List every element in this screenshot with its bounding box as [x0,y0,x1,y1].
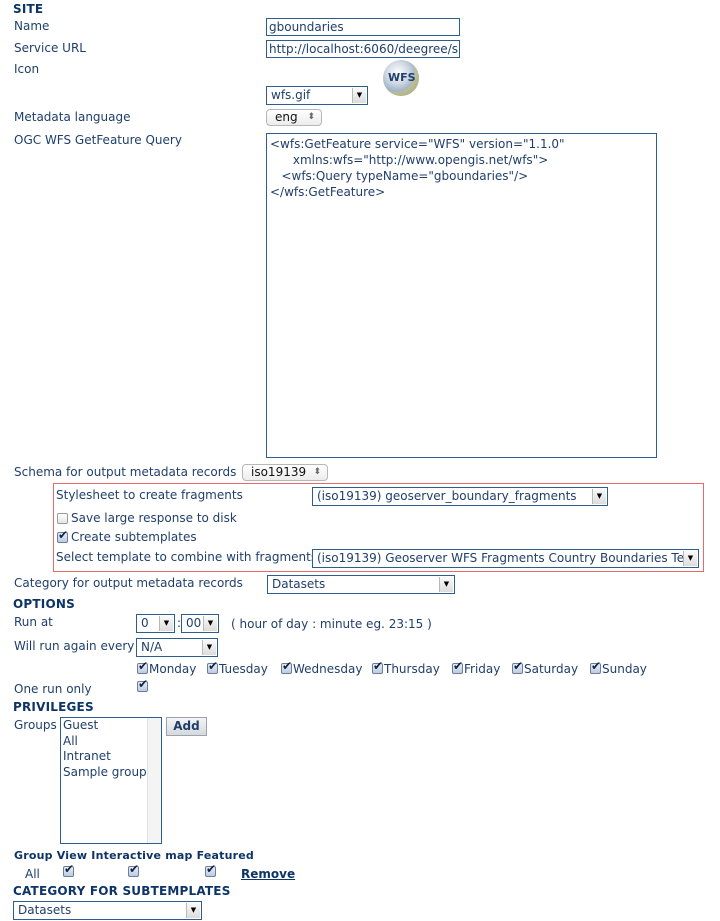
friday-checkbox[interactable]: ✔ [452,659,463,674]
group-option[interactable]: Guest [61,718,161,734]
query-textarea[interactable]: <wfs:GetFeature service="WFS" version="1… [266,133,657,458]
query-label: OGC WFS GetFeature Query [14,133,182,147]
privilege-group-name: All [25,867,40,881]
sunday-checkbox[interactable]: ✔ [590,659,601,674]
group-option[interactable]: Intranet [61,749,161,765]
chevron-down-icon: ▼ [202,640,216,655]
chevron-down-icon: ▼ [683,551,697,566]
check-icon: ✔ [373,659,384,673]
view-checkbox[interactable]: ✔ [63,862,74,877]
privileges-table-header: Group View Interactive map Featured [14,849,254,862]
check-icon: ✔ [138,677,149,691]
run-again-select[interactable]: N/A ▼ [136,638,218,657]
chevron-down-icon: ▼ [203,616,217,631]
chevron-down-icon: ▼ [186,903,200,918]
featured-checkbox[interactable]: ✔ [205,862,216,877]
check-icon: ✔ [129,862,140,876]
thursday-checkbox[interactable]: ✔ [372,659,383,674]
metadata-language-label: Metadata language [14,110,131,124]
run-at-hint: ( hour of day : minute eg. 23:15 ) [231,617,432,631]
add-group-button[interactable]: Add [166,717,207,736]
interactive-map-checkbox[interactable]: ✔ [128,862,139,877]
icon-select[interactable]: wfs.gif ▼ [266,86,368,105]
save-large-checkbox[interactable] [57,513,68,524]
thursday-label: Thursday [384,662,440,676]
minute-select[interactable]: 00 ▼ [181,614,219,633]
stylesheet-label: Stylesheet to create fragments [56,488,243,502]
metadata-language-select[interactable]: eng ⬍ [266,109,322,126]
category-label: Category for output metadata records [14,576,243,590]
schema-label: Schema for output metadata records [14,465,237,479]
service-url-label: Service URL [14,41,86,55]
run-again-label: Will run again every [14,639,135,653]
check-icon: ✔ [208,659,219,673]
create-subtemplates-label: Create subtemplates [71,530,197,544]
template-label: Select template to combine with fragment… [56,550,318,564]
one-run-label: One run only [14,682,92,696]
updown-arrows-icon: ⬍ [313,467,321,477]
category-select[interactable]: Datasets ▼ [267,575,455,594]
wednesday-label: Wednesday [293,662,363,676]
group-option[interactable]: All [61,734,161,750]
check-icon: ✔ [513,659,524,673]
check-icon: ✔ [58,528,69,542]
chevron-down-icon: ▼ [352,88,366,103]
options-heading: OPTIONS [13,597,75,611]
subtemplates-category-select[interactable]: Datasets ▼ [13,901,202,920]
check-icon: ✔ [138,659,149,673]
listbox-scrollbar[interactable] [147,718,161,843]
sunday-label: Sunday [602,662,647,676]
monday-checkbox[interactable]: ✔ [137,659,148,674]
friday-label: Friday [464,662,501,676]
chevron-down-icon: ▼ [592,489,606,504]
tuesday-label: Tuesday [219,662,268,676]
wfs-icon: WFS [383,60,419,96]
chevron-down-icon: ▼ [159,616,173,631]
tuesday-checkbox[interactable]: ✔ [207,659,218,674]
icon-label: Icon [14,62,40,76]
check-icon: ✔ [453,659,464,673]
template-select[interactable]: (iso19139) Geoserver WFS Fragments Count… [312,549,699,568]
check-icon: ✔ [591,659,602,673]
groups-label: Groups [14,718,57,732]
group-option[interactable]: Sample group [61,765,161,781]
name-input[interactable]: gboundaries [266,18,460,36]
remove-link[interactable]: Remove [241,867,295,881]
privileges-heading: PRIVILEGES [13,700,94,714]
saturday-checkbox[interactable]: ✔ [512,659,523,674]
stylesheet-select[interactable]: (iso19139) geoserver_boundary_fragments … [312,487,608,506]
schema-select[interactable]: iso19139 ⬍ [242,464,328,481]
monday-label: Monday [149,662,197,676]
check-icon: ✔ [206,862,217,876]
wednesday-checkbox[interactable]: ✔ [281,659,292,674]
chevron-down-icon: ▼ [439,577,453,592]
service-url-input[interactable]: http://localhost:6060/deegree/s [266,40,460,58]
saturday-label: Saturday [524,662,579,676]
groups-listbox[interactable]: Guest All Intranet Sample group [60,717,162,844]
hour-select[interactable]: 0 ▼ [136,614,175,633]
save-large-label: Save large response to disk [71,511,237,525]
check-icon: ✔ [64,862,75,876]
one-run-checkbox[interactable]: ✔ [137,677,148,692]
create-subtemplates-checkbox[interactable]: ✔ [57,528,68,543]
site-heading: SITE [13,2,44,16]
run-at-label: Run at [14,615,53,629]
name-label: Name [14,19,50,33]
subtemplates-heading: CATEGORY FOR SUBTEMPLATES [13,884,231,898]
check-icon: ✔ [282,659,293,673]
updown-arrows-icon: ⬍ [307,112,315,122]
